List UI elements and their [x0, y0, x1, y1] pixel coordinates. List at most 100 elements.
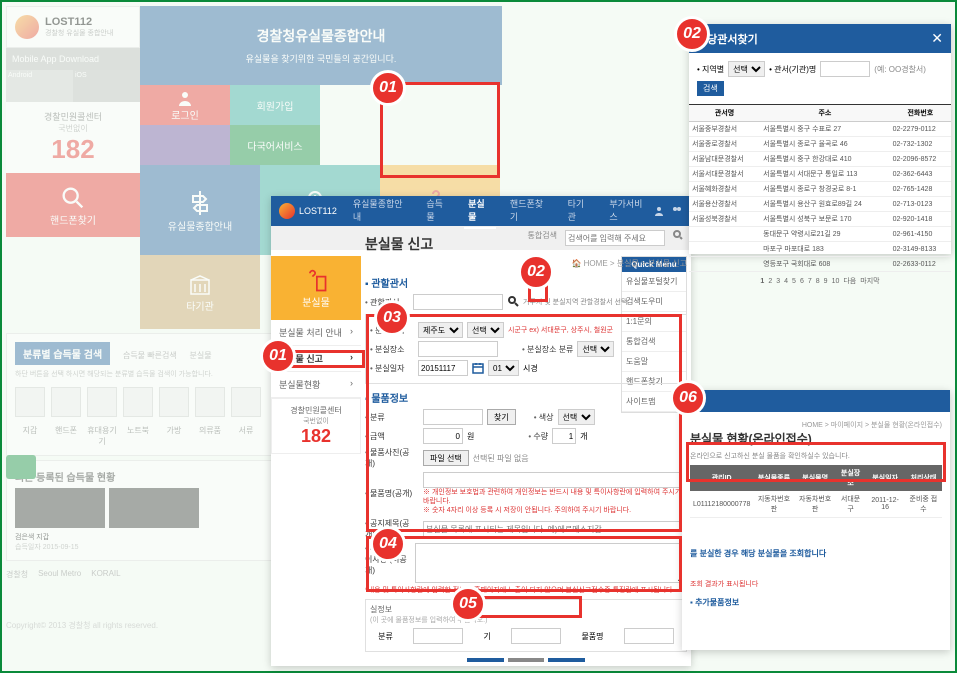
cat-clothes-icon[interactable] — [195, 387, 225, 417]
list-button[interactable]: 목록 — [548, 658, 585, 662]
cat-wallet-icon[interactable] — [15, 387, 45, 417]
cat-phone-icon[interactable] — [51, 387, 81, 417]
agency-name-label: 관서(기관)명 — [774, 65, 816, 74]
cat-device-icon[interactable] — [87, 387, 117, 417]
extra-cat-input[interactable] — [413, 628, 463, 644]
pager-link[interactable]: 3 — [774, 278, 782, 285]
cat-laptop-icon[interactable] — [123, 387, 153, 417]
android-download[interactable]: Android — [6, 70, 73, 102]
pager-link[interactable]: 10 — [830, 278, 842, 285]
hour-select[interactable]: 01 — [488, 360, 519, 376]
users-nav-icon[interactable] — [671, 205, 683, 217]
color-select[interactable]: 선택 — [558, 409, 595, 425]
signpost-icon — [185, 188, 215, 218]
area-city-select[interactable]: 선택 — [467, 322, 504, 338]
close-icon[interactable]: ✕ — [931, 30, 943, 47]
agency-name-input[interactable] — [820, 61, 870, 77]
call-center-box: 경찰민원콜센터 국번없이 182 — [6, 102, 140, 173]
info-tile[interactable]: 유실물종합안내 — [140, 165, 260, 255]
itemname-input[interactable] — [423, 472, 687, 488]
site-logo[interactable]: LOST112 경찰청 유실물 종합안내 — [6, 6, 140, 48]
qty-input[interactable] — [552, 428, 576, 444]
calendar-icon[interactable] — [472, 362, 484, 374]
extra-brand-input[interactable] — [511, 628, 561, 644]
col-name: 관서명 — [689, 105, 760, 122]
login-tile[interactable]: 로그인 — [140, 85, 230, 125]
won-unit: 원 — [467, 431, 474, 442]
content-warn: *내용 및 특이사항란에 입력한 정보는 홈페이지에 노출이 되지 않으며 분실… — [365, 586, 687, 595]
pager-link[interactable]: 9 — [822, 278, 830, 285]
pager-link[interactable]: 4 — [782, 278, 790, 285]
cat-input[interactable] — [423, 409, 483, 425]
table-row[interactable]: 서울성북경찰서서울특별시 성북구 보문로 17002-920-1418 — [689, 212, 951, 227]
date-input[interactable] — [418, 360, 468, 376]
nav-phone[interactable]: 핸드폰찾기 — [506, 193, 554, 229]
mobile-download-banner[interactable]: Mobile App Download — [6, 48, 140, 70]
nav-extra[interactable]: 부가서비스 — [605, 193, 653, 229]
wa-certification-icon — [6, 455, 36, 479]
recent-photo-2[interactable] — [109, 488, 199, 528]
multilang-tile[interactable]: 다국어서비스 — [230, 125, 320, 165]
badge-05: 05 — [450, 586, 486, 622]
table-row[interactable]: 영등포구 국회대로 60802-2633-0112 — [689, 257, 951, 272]
nav-other[interactable]: 타기관 — [564, 193, 596, 229]
amount-input[interactable] — [423, 428, 463, 444]
table-row[interactable]: 서울혜화경찰서서울특별시 종로구 창경궁로 8-102-765-1428 — [689, 182, 951, 197]
phone-find-label: 핸드폰찾기 — [50, 212, 96, 227]
table-row[interactable]: 서울남대문경찰서서울특별시 중구 한강대로 41002-2096-8572 — [689, 152, 951, 167]
cat-find-button[interactable]: 찾기 — [487, 409, 516, 425]
cancel-button[interactable]: 취소 — [508, 658, 545, 662]
signup-tile[interactable]: 회원가입 — [230, 85, 320, 125]
region-select[interactable]: 선택 — [728, 61, 765, 77]
content-textarea[interactable] — [415, 543, 687, 583]
tab-quicksearch[interactable]: 습득물 빠른검색 — [123, 351, 177, 360]
table-row[interactable]: 서울용산경찰서서울특별시 용산구 원효로89길 2402-713-0123 — [689, 197, 951, 212]
sidebar-item-status[interactable]: 분실물현황› — [271, 372, 361, 398]
phone-find-tile[interactable]: 핸드폰찾기 — [6, 173, 140, 237]
misc-tile[interactable] — [140, 125, 230, 165]
form-body: 분실물 신고 🏠 HOME > 분실물 > 분실물 신고 관할관서 관할관서 거… — [365, 230, 687, 662]
ios-download[interactable]: iOS — [73, 70, 140, 102]
nav-info[interactable]: 유실물종합안내 — [349, 193, 413, 229]
area-province-select[interactable]: 제주도 — [418, 322, 463, 338]
pager-link[interactable]: 6 — [798, 278, 806, 285]
place-input[interactable] — [418, 341, 498, 357]
tab-lost[interactable]: 분실물 — [189, 351, 211, 360]
nav-found[interactable]: 습득물 — [422, 193, 454, 229]
table-row[interactable]: 마포구 마포대로 18302-3149-8133 — [689, 242, 951, 257]
pager-link[interactable]: 마지막 — [858, 278, 881, 285]
table-row[interactable]: 동대문구 약령시로21길 2902-961-4150 — [689, 227, 951, 242]
other-org-tile[interactable]: 타기관 — [140, 255, 260, 329]
table-row[interactable]: 서울중부경찰서서울특별시 중구 수표로 2702-2279-0112 — [689, 122, 951, 137]
badge-04: 04 — [370, 526, 406, 562]
cat-docs-icon[interactable] — [231, 387, 261, 417]
pager-link[interactable]: 8 — [814, 278, 822, 285]
hero-banner: 경찰청유실물종합안내 유실물을 찾기위한 국민들의 공간입니다. — [140, 6, 502, 85]
brand-name: LOST112 — [45, 16, 113, 28]
agency-search-button[interactable]: 검색 — [697, 81, 724, 96]
magnify-icon — [507, 295, 519, 307]
pager-link[interactable]: 7 — [806, 278, 814, 285]
table-row[interactable]: 서울종로경찰서서울특별시 종로구 율곡로 4602-732-1302 — [689, 137, 951, 152]
nav-logo[interactable]: LOST112 — [279, 203, 337, 219]
cat-bag-icon[interactable] — [159, 387, 189, 417]
place-cat-select[interactable]: 선택 — [577, 341, 614, 357]
pager-link[interactable]: 다음 — [841, 278, 858, 285]
table-row[interactable]: L01112180000778 지동차번호판 자동차번호판 서대문구 2011-… — [690, 491, 942, 518]
chevron-right-icon: › — [350, 378, 353, 391]
pager-link[interactable]: 5 — [790, 278, 798, 285]
user-nav-icon[interactable] — [653, 205, 665, 217]
hero-subtitle: 유실물을 찾기위한 국민들의 공간입니다. — [160, 52, 482, 65]
table-row[interactable]: 서울서대문경찰서서울특별시 서대문구 통일로 11302-362-6443 — [689, 167, 951, 182]
save-button[interactable]: 저장 — [467, 658, 504, 662]
posttitle-input[interactable] — [423, 521, 687, 537]
nav-lost[interactable]: 분실물 — [464, 193, 496, 229]
other-org-label: 타기관 — [186, 298, 214, 313]
recent-photo-1[interactable] — [15, 488, 105, 528]
file-select-button[interactable]: 파일 선택 — [423, 450, 469, 466]
lost-status-panel: HOME > 마이페이지 > 분실물 현황(온라인접수) 분실물 현황(온라인접… — [682, 390, 950, 650]
badge-06: 06 — [670, 380, 706, 416]
agency-input[interactable] — [413, 294, 503, 310]
agency-search-button[interactable] — [507, 295, 519, 309]
extra-name-input[interactable] — [624, 628, 674, 644]
